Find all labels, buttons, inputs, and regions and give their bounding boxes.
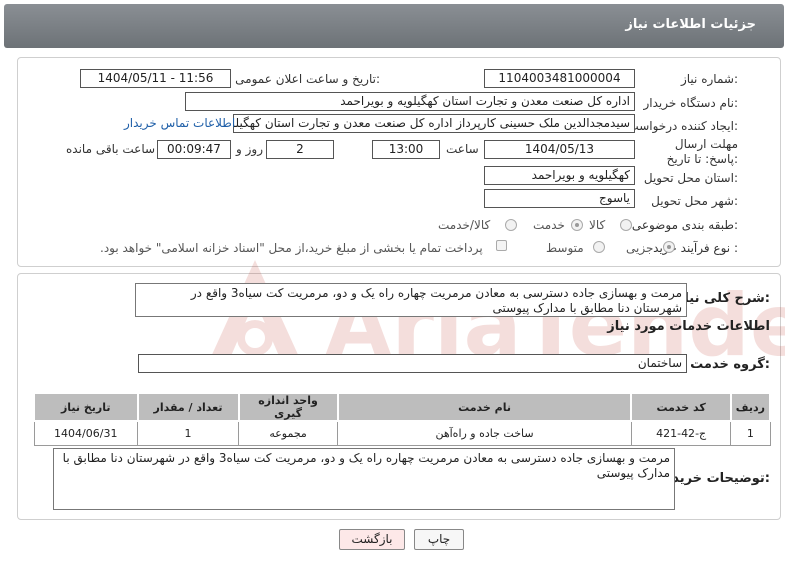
- need-number-field: 1104003481000004: [484, 69, 635, 88]
- province-field: کهگیلویه و بویراحمد: [484, 166, 635, 185]
- deadline-date-field: 1404/05/13: [484, 140, 635, 159]
- print-button[interactable]: چاپ: [414, 529, 464, 550]
- cell-service-code: ج-42-421: [630, 420, 732, 446]
- time-remaining-label: ساعت باقی مانده: [66, 142, 156, 156]
- buyer-org-field: اداره کل صنعت معدن و تجارت استان کهگیلوی…: [185, 92, 635, 111]
- province-label: استان محل تحویل:: [643, 171, 738, 185]
- process-radio-medium[interactable]: [593, 241, 605, 253]
- treasury-payment-note: پرداخت تمام یا بخشی از مبلغ خرید،از محل …: [100, 241, 483, 255]
- col-header-row-number: ردیف: [729, 392, 772, 422]
- process-option-medium: متوسط: [546, 241, 584, 255]
- category-radio-goods[interactable]: [620, 219, 632, 231]
- services-section-title: اطلاعات خدمات مورد نیاز: [607, 319, 770, 334]
- summary-label: شرح کلی نیاز:: [676, 291, 770, 306]
- col-header-quantity: تعداد / مقدار: [136, 392, 240, 422]
- deadline-time-field: 13:00: [372, 140, 440, 159]
- days-label: روز و: [236, 142, 263, 156]
- category-option-goods-service: کالا/خدمت: [438, 218, 491, 232]
- back-button[interactable]: بازگشت: [339, 529, 405, 550]
- buyer-notes-field: مرمت و بهسازی جاده دسترسی به معادن مرمری…: [53, 448, 675, 510]
- cell-service-name: ساخت جاده و راه‌آهن: [337, 420, 632, 446]
- city-label: شهر محل تحویل:: [651, 194, 738, 208]
- category-option-service: خدمت: [533, 218, 565, 232]
- col-header-service-name: نام خدمت: [336, 392, 633, 422]
- table-header-row: ردیف کد خدمت نام خدمت واحد اندازه گیری ت…: [33, 392, 772, 422]
- requester-field: سیدمجدالدین ملک حسینی کارپرداز اداره کل …: [233, 114, 635, 133]
- cell-quantity: 1: [137, 420, 239, 446]
- buyer-contact-link[interactable]: اطلاعات تماس خریدار: [124, 116, 235, 130]
- service-group-label: گروه خدمت:: [690, 357, 770, 372]
- deadline-label: مهلت ارسال پاسخ: تا تاریخ:: [666, 137, 738, 166]
- summary-field: مرمت و بهسازی جاده دسترسی به معادن مرمری…: [135, 283, 687, 317]
- cell-unit: مجموعه: [237, 420, 339, 446]
- need-number-label: شماره نیاز:: [680, 72, 738, 86]
- category-label: طبقه بندی موضوعی:: [631, 218, 738, 232]
- table-row: 1 ج-42-421 ساخت جاده و راه‌آهن مجموعه 1 …: [33, 420, 771, 446]
- category-option-goods: کالا: [589, 218, 606, 232]
- col-header-unit: واحد اندازه گیری: [237, 392, 339, 422]
- days-remaining-field: 2: [266, 140, 334, 159]
- announce-date-field: 1404/05/11 - 11:56: [80, 69, 231, 88]
- time-remaining-field: 00:09:47: [157, 140, 231, 159]
- service-group-field: ساختمان: [138, 354, 687, 373]
- process-option-minor: جزیی: [626, 241, 654, 255]
- services-table: ردیف کد خدمت نام خدمت واحد اندازه گیری ت…: [33, 392, 772, 446]
- buyer-notes-label: توضیحات خریدار:: [660, 471, 770, 486]
- page-title: جزئیات اطلاعات نیاز: [625, 17, 756, 32]
- col-header-need-date: تاریخ نیاز: [33, 392, 139, 422]
- cell-row-number: 1: [730, 420, 771, 446]
- requester-label: ایجاد کننده درخواست:: [627, 119, 738, 133]
- treasury-payment-checkbox[interactable]: [496, 240, 507, 251]
- col-header-service-code: کد خدمت: [630, 392, 732, 422]
- cell-need-date: 1404/06/31: [33, 420, 138, 446]
- category-radio-goods-service[interactable]: [505, 219, 517, 231]
- page-header: جزئیات اطلاعات نیاز: [4, 4, 784, 48]
- process-radio-minor[interactable]: [663, 241, 675, 253]
- category-radio-service[interactable]: [571, 219, 583, 231]
- buyer-org-label: نام دستگاه خریدار:: [643, 96, 739, 110]
- announce-date-label: تاریخ و ساعت اعلان عمومی:: [235, 72, 380, 86]
- city-field: یاسوج: [484, 189, 635, 208]
- deadline-time-label: ساعت: [446, 142, 479, 156]
